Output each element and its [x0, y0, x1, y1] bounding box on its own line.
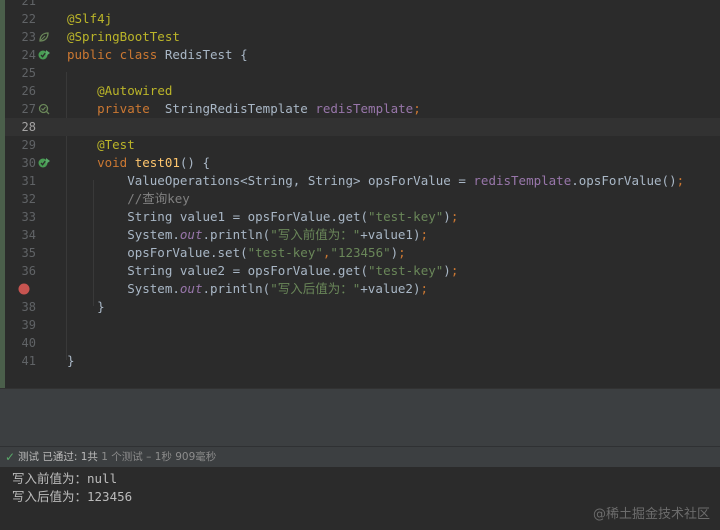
line-number: 36 [21, 264, 36, 278]
line-number: 26 [21, 84, 36, 98]
status-passed-count: 1共 [80, 451, 98, 463]
code-text: @SpringBootTest [67, 28, 180, 46]
code-line[interactable]: 32 //查询key [5, 190, 720, 208]
line-number: 25 [21, 66, 36, 80]
code-text: @Test [67, 136, 135, 154]
run-test-class-icon[interactable] [38, 49, 50, 61]
status-passed-label: 已通过: [42, 451, 78, 463]
code-text: System.out.println("写入后值为："+value2); [67, 281, 429, 296]
line-number: 34 [21, 228, 36, 242]
line-number: 31 [21, 174, 36, 188]
annotation-test: @Test [97, 137, 135, 152]
line-number: 24 [21, 48, 36, 62]
code-text: System.out.println("写入前值为："+value1); [67, 227, 429, 242]
line-number: 40 [21, 336, 36, 350]
console-line: 写入前值为：null [12, 471, 118, 486]
code-line[interactable]: 41 } [5, 352, 720, 370]
code-text: } [67, 299, 105, 314]
line-number: 41 [21, 354, 36, 368]
code-line[interactable]: System.out.println("写入后值为："+value2); [5, 280, 720, 298]
autowired-bean-icon[interactable] [38, 103, 50, 115]
code-text: ValueOperations<String, String> opsForVa… [67, 173, 685, 188]
code-line[interactable]: 25 [5, 64, 720, 82]
code-line[interactable]: 26 @Autowired [5, 82, 720, 100]
line-number: 29 [21, 138, 36, 152]
watermark: @稀土掘金技术社区 [592, 507, 710, 522]
code-line[interactable]: 40 [5, 334, 720, 352]
code-text: @Autowired [67, 82, 172, 100]
line-number: 21 [21, 0, 36, 8]
code-line[interactable]: 34 System.out.println("写入前值为："+value1); [5, 226, 720, 244]
line-number: 27 [21, 102, 36, 116]
annotation-slf4j: @Slf4j [67, 11, 113, 26]
code-line[interactable]: 30 void test01() { [5, 154, 720, 172]
annotation-autowired: @Autowired [97, 83, 173, 98]
code-editor[interactable]: 21 22 @Slf4j 23 @SpringBootTest 24 publi… [0, 0, 720, 388]
line-number: 22 [21, 12, 36, 26]
code-line[interactable]: 23 @SpringBootTest [5, 28, 720, 46]
test-passed-check-icon: ✓ [5, 450, 16, 464]
test-status-text: 测试 已通过: 1共 1 个测试 – 1秒 909毫秒 [18, 447, 216, 467]
code-text: String value1 = opsForValue.get("test-ke… [67, 209, 459, 224]
code-line[interactable]: 29 @Test [5, 136, 720, 154]
spring-bean-icon[interactable] [38, 31, 50, 43]
line-number: 30 [21, 156, 36, 170]
test-status-bar[interactable]: ✓ 测试 已通过: 1共 1 个测试 – 1秒 909毫秒 [0, 446, 720, 468]
line-number: 32 [21, 192, 36, 206]
code-text: private StringRedisTemplate redisTemplat… [97, 101, 421, 116]
breakpoint-icon[interactable] [18, 283, 30, 295]
line-number: 35 [21, 246, 36, 260]
code-line[interactable]: 33 String value1 = opsForValue.get("test… [5, 208, 720, 226]
code-text: String value2 = opsForValue.get("test-ke… [67, 263, 459, 278]
line-number: 39 [21, 318, 36, 332]
line-number: 23 [21, 30, 36, 44]
line-number: 38 [21, 300, 36, 314]
code-line[interactable]: 21 [5, 0, 720, 10]
code-text: opsForValue.set("test-key","123456"); [67, 245, 406, 260]
code-line[interactable]: 27 private StringRedisTemplate redisTemp… [5, 100, 720, 118]
code-line[interactable]: 35 opsForValue.set("test-key","123456"); [5, 244, 720, 262]
code-line[interactable]: 22 @Slf4j [5, 10, 720, 28]
code-line-current[interactable]: 28 [5, 118, 720, 136]
line-number: 33 [21, 210, 36, 224]
status-test-label: 测试 [18, 451, 39, 463]
code-line[interactable]: 31 ValueOperations<String, String> opsFo… [5, 172, 720, 190]
run-console[interactable]: 写入前值为：null 写入后值为：123456 @稀土掘金技术社区 [0, 467, 720, 530]
annotation-springboottest: @SpringBootTest [67, 29, 180, 44]
code-comment: //查询key [67, 191, 190, 206]
run-test-method-icon[interactable] [38, 157, 50, 169]
code-line[interactable]: 36 String value2 = opsForValue.get("test… [5, 262, 720, 280]
code-text: @Slf4j [67, 10, 112, 28]
status-summary: 1 个测试 – 1秒 909毫秒 [101, 451, 217, 463]
code-text: public class RedisTest { [67, 47, 248, 62]
code-text: } [67, 353, 75, 368]
code-line[interactable]: 24 public class RedisTest { [5, 46, 720, 64]
line-number: 28 [21, 120, 36, 134]
code-text: void test01() { [97, 155, 211, 170]
tool-window-header [0, 388, 720, 447]
code-line[interactable]: 39 [5, 316, 720, 334]
console-line: 写入后值为：123456 [12, 489, 133, 504]
code-line[interactable]: 38 } [5, 298, 720, 316]
